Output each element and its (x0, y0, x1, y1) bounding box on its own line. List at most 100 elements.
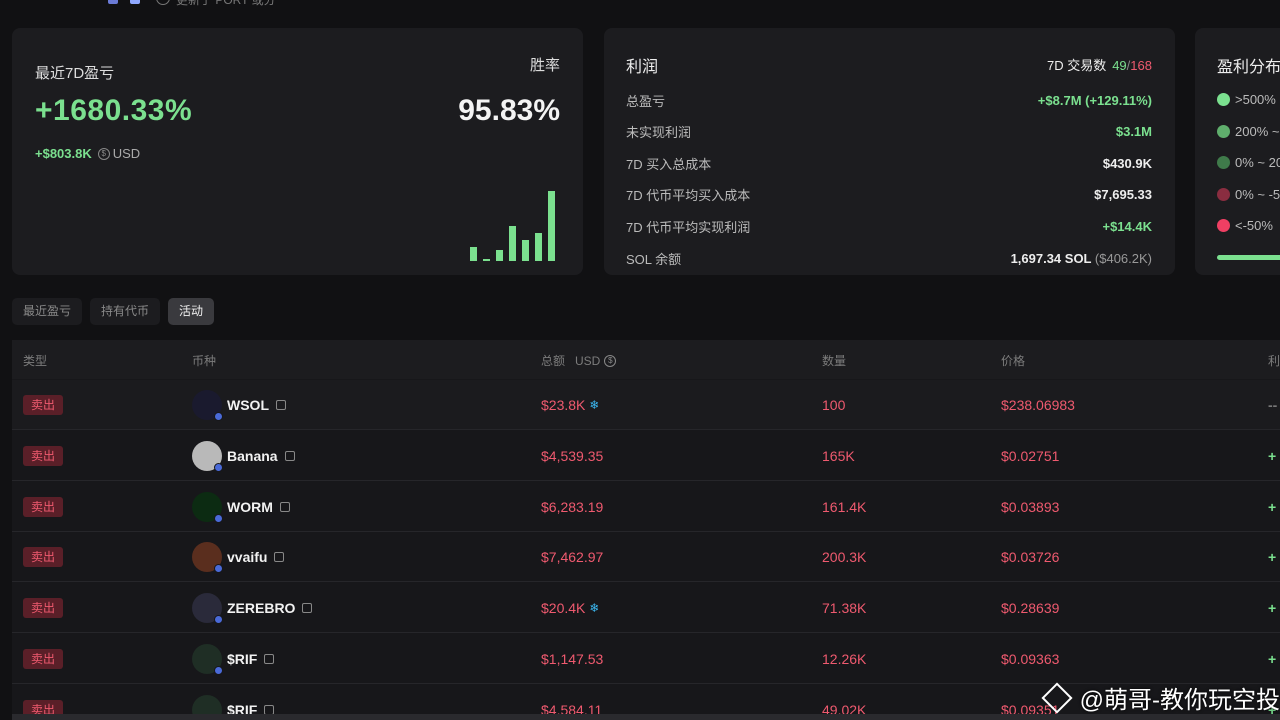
token-cell[interactable]: vvaifu (192, 532, 285, 582)
profit-stat-label: 7D 买入总成本 (626, 156, 712, 172)
token-name[interactable]: WORM (227, 499, 273, 515)
copy-address-icon[interactable] (279, 501, 290, 512)
copy-address-icon[interactable] (276, 400, 286, 410)
horizontal-scrollbar[interactable] (12, 714, 1280, 720)
clock-icon (156, 0, 170, 5)
profit-stat-value-text: +$8.7M (+129.11%) (1037, 92, 1152, 108)
token-name[interactable]: WSOL (227, 397, 269, 413)
token-cell[interactable]: WORM (192, 482, 290, 532)
sell-badge: 卖出 (23, 395, 64, 415)
pnl-summary-card: 最近7D盈亏 +1680.33% +$803.8K $ USD 胜率 95.83… (12, 28, 583, 275)
distribution-bar (1217, 255, 1280, 260)
col-price[interactable]: 价格 (1001, 352, 1025, 369)
winrate-bar (496, 250, 503, 261)
distribution-dot-icon (1217, 93, 1230, 106)
copy-address-icon[interactable] (264, 654, 275, 664)
token-name[interactable]: vvaifu (227, 549, 267, 565)
token-avatar (192, 440, 223, 472)
total-value: $4,539.35 (541, 447, 604, 464)
price-cell: $0.03726 (1001, 549, 1060, 566)
type-cell: 卖出 (23, 583, 64, 633)
col-total-unit: USD (575, 353, 601, 368)
winrate-value: 95.83% (458, 94, 560, 127)
token-avatar (192, 644, 223, 675)
distribution-label: <-50% (1235, 218, 1273, 234)
distribution-label: 0% ~ -5 (1235, 186, 1280, 202)
table-header: 类型 币种 总额 USD $ 数量 价格 利 (12, 340, 1280, 379)
copy-address-icon[interactable] (284, 450, 295, 461)
token-avatar (192, 491, 223, 523)
chain-badge-icon (214, 564, 223, 574)
token-cell[interactable]: ZEREBRO (192, 583, 313, 633)
total-value: $7,462.97 (541, 549, 604, 566)
profit-title: 利润 (626, 59, 659, 76)
profit-stat-label: 7D 代币平均买入成本 (626, 188, 751, 204)
total-cell: $20.4K ❄ (541, 583, 599, 633)
token-avatar (192, 390, 223, 421)
sell-badge: 卖出 (23, 649, 64, 669)
profit-stat-label: 7D 代币平均实现利润 (626, 219, 751, 235)
tab-item[interactable]: 活动 (168, 298, 215, 325)
distribution-item: <-50% (1217, 218, 1273, 233)
col-total-label: 总额 (541, 354, 566, 368)
whale-icon: ❄ (589, 601, 600, 616)
winrate-bar (509, 226, 516, 261)
watermark-text: @萌哥-教你玩空投 (1079, 687, 1280, 714)
table-row[interactable]: 卖出 WORM $6,283.19 161.4K $0.03893 + (12, 482, 1280, 532)
col-amount[interactable]: 数量 (822, 352, 846, 369)
total-cell: $6,283.19 (541, 482, 603, 532)
whale-icon: ❄ (589, 398, 600, 412)
total-cell: $23.8K ❄ (541, 380, 599, 430)
copy-icon[interactable] (130, 0, 140, 4)
token-name[interactable]: $RIF (227, 651, 257, 667)
table-row[interactable]: 卖出 ZEREBRO $20.4K ❄ 71.38K $0.28639 + (12, 583, 1280, 634)
profit-stat-value: 1,697.34 SOL ($406.2K) (1011, 251, 1152, 266)
type-cell: 卖出 (23, 532, 64, 582)
token-cell[interactable]: Banana (192, 431, 295, 481)
table-row[interactable]: 卖出 vvaifu $7,462.97 200.3K $0.03726 + (12, 532, 1280, 583)
distribution-dot-icon (1217, 187, 1230, 201)
col-type[interactable]: 类型 (23, 352, 47, 369)
pnl-title: 最近7D盈亏 (35, 65, 115, 82)
token-avatar (192, 542, 223, 574)
profit-distribution-card: 盈利分布 >500% 200% ~ 0% ~ 20 0% ~ -5 <-50% (1195, 28, 1280, 275)
token-cell[interactable]: $RIF (192, 634, 275, 684)
currency-toggle[interactable]: $ USD (97, 146, 141, 161)
tab-item[interactable]: 最近盈亏 (12, 298, 83, 325)
profit-stat-value: $7,695.33 (1094, 187, 1152, 202)
tab-item[interactable]: 持有代币 (90, 298, 161, 325)
copy-address-icon[interactable] (274, 552, 285, 563)
sell-badge: 卖出 (23, 598, 64, 619)
copy-address-icon[interactable] (302, 603, 313, 614)
table-row[interactable]: 卖出 Banana $4,539.35 165K $0.02751 + (12, 431, 1280, 481)
winrate-bar (470, 247, 477, 261)
token-name[interactable]: Banana (227, 448, 278, 464)
table-row[interactable]: 卖出 WSOL $23.8K ❄ 100 $238.06983 -- (12, 380, 1280, 430)
profit-stat-label: 未实现利润 (626, 125, 692, 141)
price-cell: $0.09363 (1001, 651, 1060, 667)
winrate-bar (522, 240, 529, 261)
col-profit[interactable]: 利 (1268, 352, 1280, 369)
tx-count-label: 7D 交易数 (1046, 58, 1107, 73)
col-total[interactable]: 总额 USD $ (541, 352, 617, 369)
token-name[interactable]: ZEREBRO (227, 600, 295, 616)
distribution-item: >500% (1217, 92, 1276, 107)
tx-count-total: 168 (1130, 58, 1152, 73)
distribution-label: 200% ~ (1235, 123, 1280, 139)
price-cell: $0.02751 (1001, 447, 1060, 464)
winrate-bar-chart (470, 178, 570, 261)
edit-icon[interactable] (108, 0, 118, 4)
pnl-usd-line: +$803.8K $ USD (35, 146, 140, 161)
currency-label: USD (112, 146, 141, 161)
total-value: $6,283.19 (541, 498, 604, 515)
amount-cell: 100 (822, 397, 846, 413)
token-cell[interactable]: WSOL (192, 380, 286, 430)
currency-swap-icon: $ (97, 147, 110, 160)
distribution-label: >500% (1235, 92, 1276, 107)
currency-swap-icon[interactable]: $ (604, 354, 617, 367)
amount-cell: 161.4K (822, 498, 867, 515)
table-row[interactable]: 卖出 $RIF $1,147.53 12.26K $0.09363 + (12, 634, 1280, 684)
total-cell: $1,147.53 (541, 634, 603, 684)
profit-stat-value-text: +$14.4K (1102, 218, 1152, 234)
col-token[interactable]: 币种 (192, 352, 216, 369)
